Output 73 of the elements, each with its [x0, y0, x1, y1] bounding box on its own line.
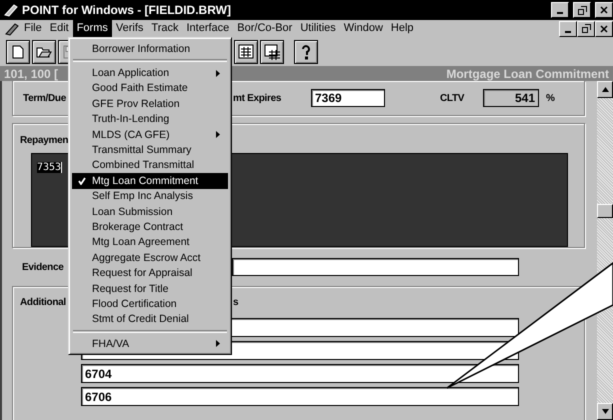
- menu-item[interactable]: Loan Submission: [72, 204, 228, 220]
- restore-button[interactable]: [577, 20, 595, 36]
- readonly-field: 541: [483, 89, 539, 107]
- minimize-button[interactable]: [551, 2, 569, 18]
- toolbar-button[interactable]: [234, 40, 258, 64]
- selected-text: 7353: [37, 162, 62, 174]
- menu-item[interactable]: Bor/Co-Bor: [233, 20, 296, 37]
- form-title: Mortgage Loan Commitment: [446, 66, 609, 80]
- menu-item[interactable]: Verifs: [112, 20, 148, 37]
- field-label: s: [233, 297, 238, 308]
- menu-item[interactable]: Mtg Loan Commitment: [72, 173, 228, 189]
- input-field[interactable]: [232, 258, 519, 276]
- field-label: CLTV: [440, 92, 464, 104]
- menu-item[interactable]: File: [20, 20, 46, 37]
- input-field[interactable]: 6706: [81, 387, 519, 406]
- unit-label: %: [546, 92, 555, 104]
- field-label: Evidence: [22, 262, 64, 273]
- menu-item[interactable]: Window: [340, 20, 387, 37]
- menu-item[interactable]: Good Faith Estimate: [72, 80, 228, 96]
- toolbar-button[interactable]: [32, 40, 56, 64]
- record-id: 101, 100 [: [4, 66, 58, 80]
- toolbar-button[interactable]: [294, 40, 318, 64]
- restore-icon: [582, 24, 590, 33]
- toolbar-button[interactable]: [6, 40, 30, 64]
- window-title: POINT for Windows - [FIELDID.BRW]: [22, 3, 232, 17]
- scroll-thumb[interactable]: [597, 204, 613, 218]
- field-label: Term/Due: [23, 92, 66, 104]
- menu-item[interactable]: Flood Certification: [72, 296, 228, 312]
- document-icon: [12, 44, 24, 58]
- menu-item[interactable]: Brokerage Contract: [72, 219, 228, 235]
- menu-item[interactable]: Combined Transmittal: [72, 158, 228, 174]
- menu-item[interactable]: Self Emp Inc Analysis: [72, 188, 228, 204]
- menu-item[interactable]: Edit: [46, 20, 73, 37]
- field-label: Additional: [20, 297, 66, 308]
- folder-icon: [36, 45, 52, 58]
- minimize-icon: [557, 12, 563, 14]
- scroll-up-button[interactable]: [597, 81, 613, 98]
- menu-item[interactable]: Track: [147, 20, 182, 37]
- field-label: Repaymen: [20, 135, 68, 146]
- menu-item[interactable]: Aggregate Escrow Acct: [72, 250, 228, 266]
- menu-item[interactable]: MLDS (CA GFE): [72, 126, 228, 142]
- down-arrow-icon: [602, 408, 608, 415]
- menu-item[interactable]: Request for Appraisal: [72, 265, 228, 281]
- menu-item[interactable]: Interface: [182, 20, 234, 37]
- close-button[interactable]: [595, 2, 613, 18]
- minimize-icon: [565, 30, 571, 32]
- close-icon: [600, 6, 608, 14]
- restore-icon: [578, 6, 586, 14]
- input-field[interactable]: 6704: [81, 364, 519, 384]
- menu-item[interactable]: Loan Application: [72, 65, 228, 81]
- table-icon: [264, 44, 280, 60]
- close-icon: [600, 24, 608, 32]
- menu-item[interactable]: Help: [386, 20, 418, 37]
- menu-item[interactable]: Mtg Loan Agreement: [72, 234, 228, 250]
- up-arrow-icon: [602, 86, 608, 93]
- menu-item[interactable]: GFE Prov Relation: [72, 96, 228, 112]
- menu-item[interactable]: FHA/VA: [72, 336, 228, 352]
- menu-item[interactable]: Truth-In-Lending: [72, 112, 228, 127]
- menu-item[interactable]: Request for Title: [72, 280, 228, 296]
- minimize-button[interactable]: [559, 20, 577, 36]
- calculator-icon: [238, 44, 254, 59]
- input-field[interactable]: 7369: [311, 89, 385, 107]
- menu-item[interactable]: Stmt of Credit Denial: [72, 312, 228, 328]
- restore-button[interactable]: [573, 2, 591, 18]
- menu-item[interactable]: Borrower Information: [72, 41, 228, 56]
- menu-item[interactable]: Utilities: [296, 20, 340, 37]
- toolbar-button[interactable]: [260, 40, 284, 64]
- help-icon: [301, 44, 311, 60]
- app-icon: [4, 3, 18, 17]
- menu-item[interactable]: Forms: [72, 20, 112, 37]
- scroll-down-button[interactable]: [597, 403, 613, 420]
- field-label: mt Expires: [233, 92, 282, 104]
- close-button[interactable]: [595, 20, 613, 36]
